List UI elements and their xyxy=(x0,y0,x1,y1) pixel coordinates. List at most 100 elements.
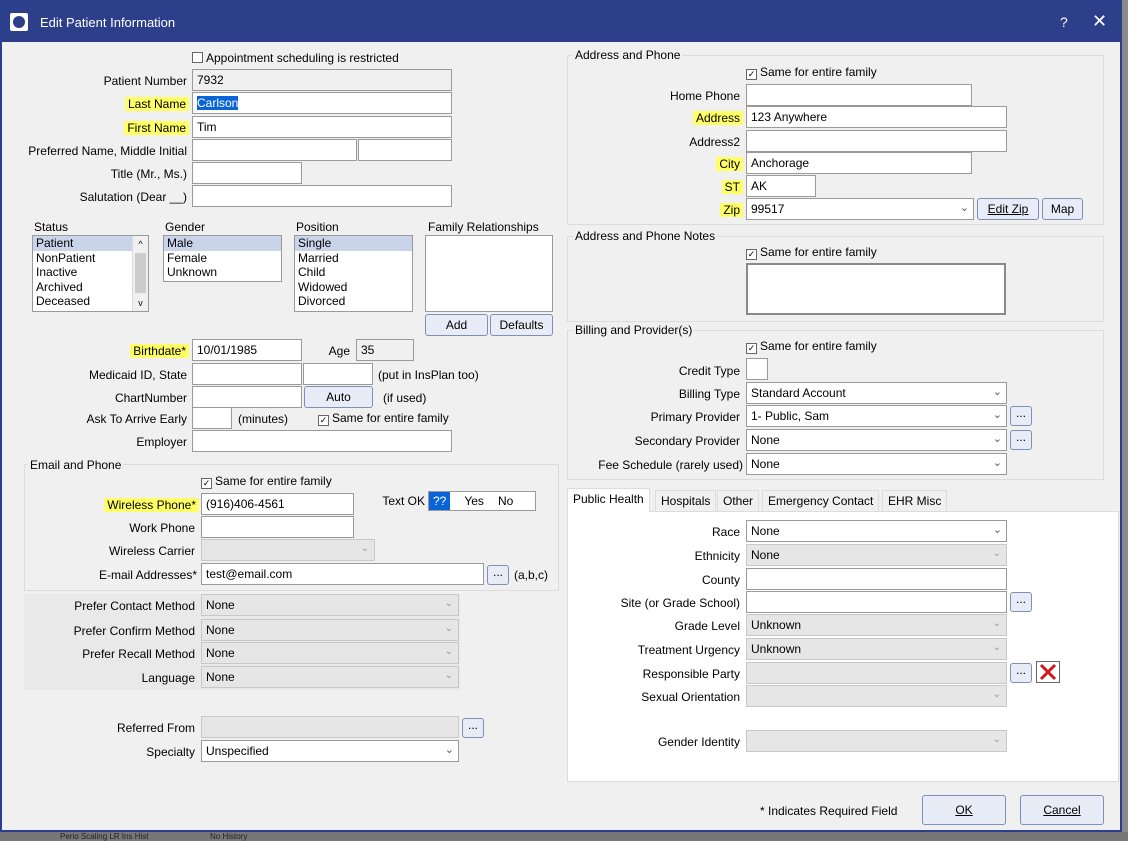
email-more-button[interactable]: ... xyxy=(487,565,509,585)
site-more-button[interactable]: ... xyxy=(1010,592,1032,612)
family-relationships-list[interactable] xyxy=(425,235,553,312)
list-item[interactable]: Married xyxy=(295,251,412,266)
list-item[interactable]: Divorced xyxy=(295,294,412,309)
middle-initial-field[interactable] xyxy=(358,139,452,161)
status-scrollbar[interactable]: ^ v xyxy=(132,236,148,311)
medicaid-id-field[interactable] xyxy=(192,363,302,385)
wireless-carrier-dropdown[interactable]: ⌄ xyxy=(201,539,375,561)
billing-type-dropdown[interactable]: Standard Account ⌄ xyxy=(746,382,1007,404)
grade-level-dropdown[interactable]: Unknown ⌄ xyxy=(746,614,1007,636)
list-item[interactable]: Male xyxy=(164,236,281,251)
close-button[interactable]: ✕ xyxy=(1092,11,1107,32)
preferred-name-field[interactable] xyxy=(192,139,357,161)
chevron-down-icon: ⌄ xyxy=(992,734,1001,745)
home-phone-field[interactable] xyxy=(746,84,972,106)
city-field[interactable]: Anchorage xyxy=(746,152,972,174)
language-dropdown[interactable]: None ⌄ xyxy=(201,666,459,688)
notes-same-family-checkbox[interactable]: ✓ Same for entire family xyxy=(746,245,877,260)
text-ok-option[interactable]: Yes xyxy=(450,492,488,510)
race-dropdown[interactable]: None ⌄ xyxy=(746,520,1007,542)
list-item[interactable]: Archived xyxy=(33,280,148,295)
ethnicity-dropdown[interactable]: None ⌄ xyxy=(746,544,1007,566)
responsible-party-more-button[interactable]: ... xyxy=(1010,663,1032,683)
remove-icon[interactable] xyxy=(1036,661,1060,683)
salutation-field[interactable] xyxy=(192,185,452,207)
gender-list[interactable]: Male Female Unknown xyxy=(163,235,282,282)
email-phone-same-family-checkbox[interactable]: ✓ Same for entire family xyxy=(201,474,332,489)
primary-provider-more-button[interactable]: ... xyxy=(1010,406,1032,426)
chevron-down-icon: ⌄ xyxy=(992,433,1002,445)
first-name-field[interactable]: Tim xyxy=(192,116,452,138)
secondary-provider-more-button[interactable]: ... xyxy=(1010,430,1032,450)
address2-field[interactable] xyxy=(746,130,1007,152)
specialty-dropdown[interactable]: Unspecified ⌄ xyxy=(201,740,459,762)
employer-field[interactable] xyxy=(192,430,452,452)
chart-number-field[interactable] xyxy=(192,386,302,408)
medicaid-state-field[interactable] xyxy=(303,363,373,385)
chevron-down-icon[interactable]: v xyxy=(133,295,148,311)
checkmark-icon: ✓ xyxy=(201,478,212,489)
list-item[interactable]: Female xyxy=(164,251,281,266)
appt-restricted-checkbox[interactable]: Appointment scheduling is restricted xyxy=(192,51,399,65)
scroll-thumb[interactable] xyxy=(135,253,146,293)
address-notes-textarea[interactable] xyxy=(746,263,1006,315)
fee-schedule-dropdown[interactable]: None ⌄ xyxy=(746,453,1007,475)
text-ok-option[interactable]: No xyxy=(488,492,517,510)
ok-button[interactable]: OK xyxy=(922,795,1006,825)
wireless-phone-field[interactable]: (916)406-4561 xyxy=(201,493,354,515)
billing-same-family-checkbox[interactable]: ✓ Same for entire family xyxy=(746,339,877,354)
referred-from-more-button[interactable]: ... xyxy=(462,718,484,738)
credit-type-field[interactable] xyxy=(746,358,768,380)
title-field[interactable] xyxy=(192,162,302,184)
medicaid-label: Medicaid ID, State xyxy=(88,368,187,382)
minutes-label: (minutes) xyxy=(238,412,289,426)
address-same-family-checkbox[interactable]: ✓ Same for entire family xyxy=(746,65,877,80)
treatment-urgency-dropdown[interactable]: Unknown ⌄ xyxy=(746,638,1007,660)
state-field[interactable]: AK xyxy=(746,175,816,197)
prefer-contact-dropdown[interactable]: None ⌄ xyxy=(201,594,459,616)
email-field[interactable]: test@email.com xyxy=(201,563,484,585)
text-ok-option[interactable]: ?? xyxy=(429,492,451,510)
status-list[interactable]: Patient NonPatient Inactive Archived Dec… xyxy=(32,235,149,312)
birthdate-field[interactable]: 10/01/1985 xyxy=(192,339,302,361)
edit-zip-button[interactable]: Edit Zip xyxy=(977,198,1039,220)
prefer-confirm-dropdown[interactable]: None ⌄ xyxy=(201,619,459,641)
tab-ehr-misc[interactable]: EHR Misc xyxy=(882,490,948,512)
list-item[interactable]: Inactive xyxy=(33,265,148,280)
text-ok-selector[interactable]: ?? Yes No xyxy=(428,491,536,511)
list-item[interactable]: Widowed xyxy=(295,280,412,295)
zip-dropdown[interactable]: 99517 ⌄ xyxy=(746,198,974,220)
arrive-early-same-family-checkbox[interactable]: ✓ Same for entire family xyxy=(318,411,449,426)
add-family-button[interactable]: Add xyxy=(425,314,488,336)
site-label: Site (or Grade School) xyxy=(620,596,740,610)
auto-button[interactable]: Auto xyxy=(304,386,373,408)
list-item[interactable]: Deceased xyxy=(33,294,148,309)
list-item[interactable]: NonPatient xyxy=(33,251,148,266)
secondary-provider-dropdown[interactable]: None ⌄ xyxy=(746,429,1007,451)
list-item[interactable]: Single xyxy=(295,236,412,251)
list-item[interactable]: Unknown xyxy=(164,265,281,280)
defaults-button[interactable]: Defaults xyxy=(490,314,553,336)
primary-provider-dropdown[interactable]: 1- Public, Sam ⌄ xyxy=(746,405,1007,427)
arrive-early-field[interactable] xyxy=(192,407,232,429)
site-field[interactable] xyxy=(746,591,1007,613)
sexual-orientation-dropdown[interactable]: ⌄ xyxy=(746,685,1007,707)
work-phone-field[interactable] xyxy=(201,516,354,538)
text-ok-label: Text OK xyxy=(382,494,425,508)
position-list[interactable]: Single Married Child Widowed Divorced xyxy=(294,235,413,312)
prefer-recall-dropdown[interactable]: None ⌄ xyxy=(201,642,459,664)
map-button[interactable]: Map xyxy=(1042,198,1083,220)
county-field[interactable] xyxy=(746,568,1007,590)
help-button[interactable]: ? xyxy=(1060,14,1068,30)
list-item[interactable]: Patient xyxy=(33,236,148,251)
last-name-field[interactable]: Carlson xyxy=(192,92,452,114)
chevron-up-icon[interactable]: ^ xyxy=(133,236,148,252)
cancel-button[interactable]: Cancel xyxy=(1020,795,1104,825)
tab-other[interactable]: Other xyxy=(717,490,760,512)
tab-emergency-contact[interactable]: Emergency Contact xyxy=(762,490,880,512)
list-item[interactable]: Child xyxy=(295,265,412,280)
tab-hospitals[interactable]: Hospitals xyxy=(655,490,717,512)
tab-public-health[interactable]: Public Health xyxy=(567,488,650,512)
gender-identity-dropdown[interactable]: ⌄ xyxy=(746,730,1007,752)
address-field[interactable]: 123 Anywhere xyxy=(746,106,1007,128)
